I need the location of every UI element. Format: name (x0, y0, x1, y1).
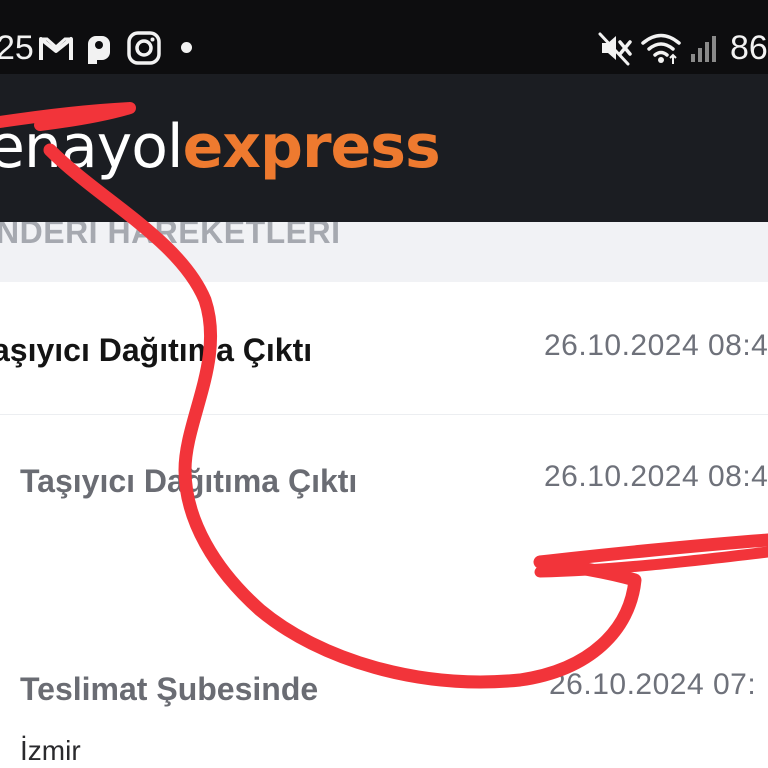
section-header: NDERI HAREKETLERI (0, 222, 768, 282)
status-time: 25 (0, 29, 34, 67)
section-title: NDERI HAREKETLERI (0, 222, 341, 250)
event-title: aşıyıcı Dağıtıma Çıktı (0, 332, 313, 368)
battery-level: 86 (730, 29, 768, 67)
tracking-event-row[interactable]: aşıyıcı Dağıtıma Çıktı 26.10.2024 08:4 (0, 282, 768, 415)
tracking-event-row[interactable]: Teslimat Şubesinde 26.10.2024 07: İzmir (0, 645, 768, 768)
p-app-icon (88, 36, 110, 64)
event-date: 26.10.2024 07: (549, 668, 757, 701)
tracking-screen: 25 86 enayolexpress NDERI HAREKETLERI aş… (0, 0, 768, 768)
brand-logo[interactable]: enayolexpress (0, 110, 441, 184)
event-title: Teslimat Şubesinde (20, 671, 319, 707)
event-date: 26.10.2024 08:4 (544, 329, 768, 362)
event-title: Taşıyıcı Dağıtıma Çıktı (20, 463, 358, 499)
app-header: enayolexpress (0, 74, 768, 222)
mute-icon (598, 32, 632, 66)
tracking-event-row[interactable]: Taşıyıcı Dağıtıma Çıktı 26.10.2024 08:4 (0, 415, 768, 645)
brand-name-express: express (182, 112, 441, 182)
brand-name-first: enayol (0, 112, 184, 182)
event-location: İzmir (20, 735, 81, 766)
instagram-icon (127, 31, 161, 65)
event-date: 26.10.2024 08:4 (544, 460, 768, 493)
status-bar: 25 86 (0, 0, 768, 74)
gmail-icon (39, 37, 73, 60)
wifi-icon (641, 33, 681, 64)
signal-icon (691, 36, 716, 62)
notification-dot-icon (181, 42, 192, 53)
